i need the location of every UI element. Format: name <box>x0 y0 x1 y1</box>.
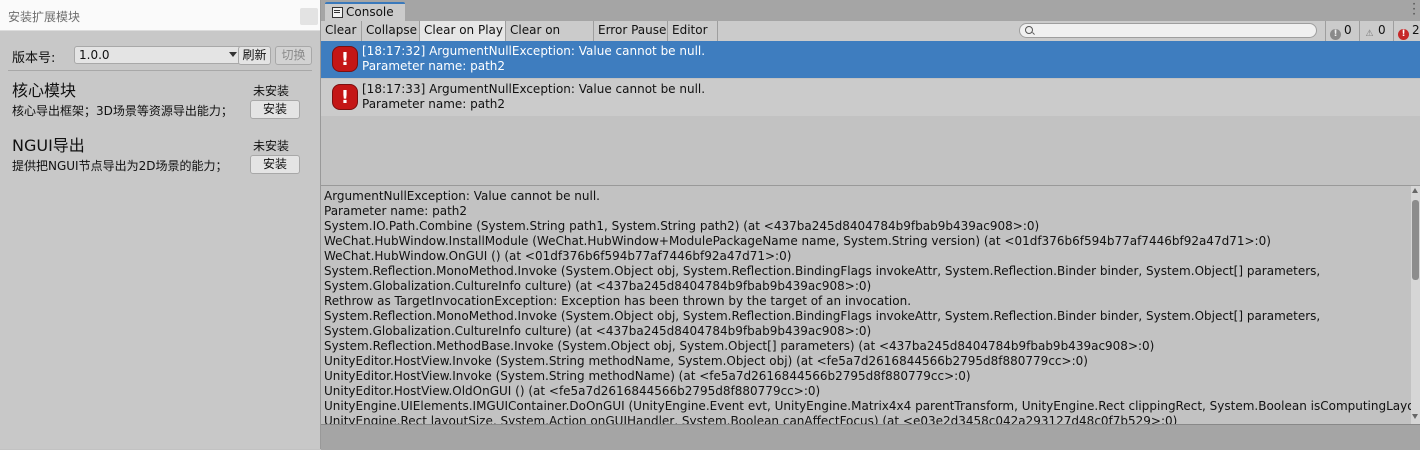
install-extension-window: 安装扩展模块 版本号: 1.0.0 刷新 切换 核心模块 未安装 核心导出框架；… <box>0 0 321 449</box>
switch-button[interactable]: 切换 <box>275 46 312 65</box>
tab-console[interactable]: Console <box>325 2 405 21</box>
stacktrace-line: Parameter name: path2 <box>324 204 468 218</box>
warning-count: 0 <box>1378 23 1386 37</box>
version-select[interactable]: 1.0.0 <box>74 46 242 64</box>
stacktrace-line: System.Globalization.CultureInfo culture… <box>324 324 872 338</box>
stacktrace-line: System.Globalization.CultureInfo culture… <box>324 279 872 293</box>
log-entry[interactable]: ! [18:17:32] ArgumentNullException: Valu… <box>321 41 1420 78</box>
stacktrace-line: UnityEngine.UIElements.IMGUIContainer.Do… <box>324 399 1413 413</box>
stacktrace-line: System.Reflection.MethodBase.Invoke (Sys… <box>324 339 1155 353</box>
log-entry[interactable]: ! [18:17:33] ArgumentNullException: Valu… <box>321 79 1420 116</box>
module-desc-ngui: 提供把NGUI节点导出为2D场景的能力； <box>12 159 228 173</box>
search-input[interactable] <box>1019 23 1317 38</box>
log-detail: Parameter name: path2 <box>362 59 506 73</box>
error-pause-toggle[interactable]: Error Pause <box>594 21 668 41</box>
collapse-toggle[interactable]: Collapse <box>362 21 420 41</box>
stacktrace-line: System.IO.Path.Combine (System.String pa… <box>324 219 1040 233</box>
editor-dropdown[interactable]: Editor <box>668 21 718 51</box>
error-count: 2 <box>1412 23 1420 37</box>
divider <box>8 70 312 71</box>
stacktrace-panel[interactable]: ArgumentNullException: Value cannot be n… <box>321 186 1413 424</box>
scrollbar-thumb[interactable] <box>1412 200 1419 280</box>
error-icon: ! <box>332 84 358 110</box>
info-icon: ! <box>1330 29 1341 40</box>
version-value: 1.0.0 <box>79 48 110 62</box>
stacktrace-line: WeChat.HubWindow.InstallModule (WeChat.H… <box>324 234 1271 248</box>
chevron-down-icon <box>229 52 237 57</box>
close-window-button[interactable] <box>300 8 318 25</box>
warning-icon: ⚠ <box>1365 29 1374 39</box>
log-list: ! [18:17:32] ArgumentNullException: Valu… <box>321 41 1420 185</box>
error-icon: ! <box>332 46 358 72</box>
editor-dropdown-label: Editor <box>672 23 708 37</box>
clear-on-build-toggle[interactable]: Clear on Build <box>506 21 594 56</box>
scroll-up-icon[interactable] <box>1412 188 1418 193</box>
clear-button[interactable]: Clear <box>321 21 362 41</box>
console-window: Console · · · Clear Collapse Clear on Play… <box>321 0 1420 450</box>
stacktrace-line: System.Reflection.MonoMethod.Invoke (Sys… <box>324 309 1321 323</box>
module-title-ngui: NGUI导出 <box>12 136 85 155</box>
module-status-core: 未安装 <box>253 84 290 98</box>
stacktrace-line: WeChat.HubWindow.OnGUI () (at <01df376b6… <box>324 249 792 263</box>
stacktrace-line: Rethrow as TargetInvocationException: Ex… <box>324 294 912 308</box>
info-count-toggle[interactable]: ! 0 <box>1325 21 1359 41</box>
install-ngui-button[interactable]: 安装 <box>250 155 300 174</box>
window-title: 安装扩展模块 <box>8 10 81 24</box>
stacktrace-line: UnityEditor.HostView.Invoke (System.Stri… <box>324 369 971 383</box>
console-toolbar: Clear Collapse Clear on Play Clear on Bu… <box>321 21 1420 56</box>
stacktrace-scrollbar[interactable] <box>1411 186 1420 424</box>
module-status-ngui: 未安装 <box>253 139 290 153</box>
tab-label: Console <box>346 5 394 19</box>
info-count: 0 <box>1344 23 1352 37</box>
stacktrace-line: UnityEditor.HostView.OldOnGUI () (at <fe… <box>324 384 821 398</box>
scroll-down-icon[interactable] <box>1412 414 1418 419</box>
refresh-button[interactable]: 刷新 <box>238 46 271 65</box>
error-count-toggle[interactable]: ! 2 <box>1393 21 1420 41</box>
search-icon <box>1025 26 1033 34</box>
stacktrace-line: UnityEditor.HostView.Invoke (System.Stri… <box>324 354 1088 368</box>
module-title-core: 核心模块 <box>12 81 77 100</box>
stacktrace-line: ArgumentNullException: Value cannot be n… <box>324 189 600 203</box>
module-desc-core: 核心导出框架；3D场景等资源导出能力； <box>12 104 233 118</box>
version-label: 版本号: <box>12 51 56 66</box>
install-core-button[interactable]: 安装 <box>250 100 300 119</box>
clear-on-play-toggle[interactable]: Clear on Play <box>420 21 506 41</box>
log-detail: Parameter name: path2 <box>362 97 506 111</box>
status-bar <box>321 424 1420 450</box>
console-icon <box>332 7 343 18</box>
tab-bar: Console · · · <box>321 0 1420 21</box>
stacktrace-line: UnityEngine.Rect layoutSize, System.Acti… <box>324 414 1178 424</box>
warning-count-toggle[interactable]: ⚠ 0 <box>1359 21 1393 41</box>
error-icon: ! <box>1398 29 1409 40</box>
log-message: [18:17:32] ArgumentNullException: Value … <box>362 44 706 58</box>
more-options-icon[interactable]: · · · <box>1412 0 1416 20</box>
window-titlebar[interactable]: 安装扩展模块 <box>0 0 320 31</box>
log-message: [18:17:33] ArgumentNullException: Value … <box>362 82 706 96</box>
stacktrace-line: System.Reflection.MonoMethod.Invoke (Sys… <box>324 264 1321 278</box>
